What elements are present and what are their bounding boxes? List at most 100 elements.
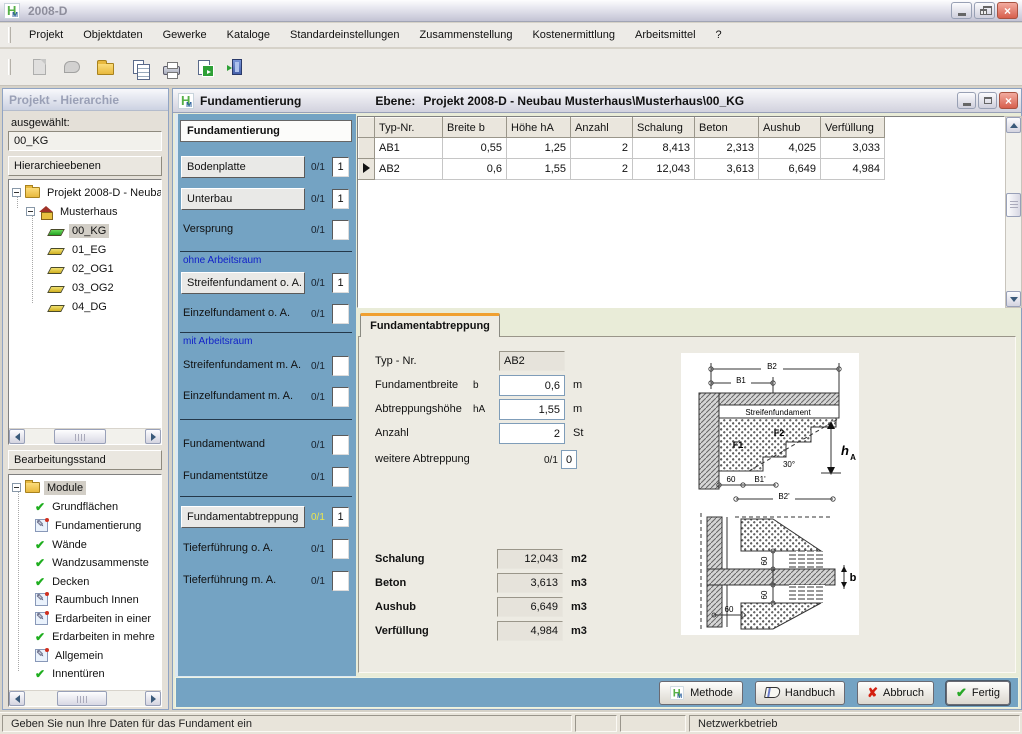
module-item[interactable]: Raumbuch Innen [35,591,142,608]
row-gutter[interactable] [359,138,375,159]
tieferfuehrung-oa-label[interactable]: Tieferführung o. A. [183,542,273,554]
menu-item-arbeitsmittel[interactable]: Arbeitsmittel [625,25,706,45]
window-maximize-button[interactable] [978,92,997,109]
einzelfundament-oa-value-field[interactable] [332,304,349,324]
column-header-beton[interactable]: Beton [695,118,759,138]
column-header-typ[interactable]: Typ-Nr. [375,118,443,138]
fundamentabtreppung-button[interactable]: Fundamentabtreppung [181,506,305,528]
modules-horizontal-scrollbar[interactable] [9,690,161,706]
einzelfundament-ma-label[interactable]: Einzelfundament m. A. [183,390,293,402]
open-button[interactable] [92,54,118,80]
cell-hoehe[interactable]: 1,55 [507,159,571,180]
cell-typ[interactable]: AB1 [375,138,443,159]
einzelfundament-oa-label[interactable]: Einzelfundament o. A. [183,307,290,319]
menu-item-zusammenstellung[interactable]: Zusammenstellung [410,25,523,45]
handbuch-button[interactable]: Handbuch [755,681,845,705]
close-button[interactable]: × [997,2,1018,19]
column-header-schalung[interactable]: Schalung [633,118,695,138]
copy-button[interactable] [125,54,151,80]
cell-typ[interactable]: AB2 [375,159,443,180]
einzelfundament-ma-value-field[interactable] [332,387,349,407]
fundamentabtreppung-value-field[interactable]: 1 [332,507,349,527]
cell-aushub[interactable]: 4,025 [759,138,821,159]
streifenfundament-ma-value-field[interactable] [332,356,349,376]
column-header-verfuellung[interactable]: Verfüllung [821,118,885,138]
abbruch-button[interactable]: Abbruch [857,681,934,705]
module-item[interactable]: Allgemein [35,647,106,664]
cell-schalung[interactable]: 12,043 [633,159,695,180]
cell-beton[interactable]: 3,613 [695,159,759,180]
tree-item-musterhaus[interactable]: Musterhaus [26,203,120,220]
unterbau-button[interactable]: Unterbau [181,188,305,210]
scroll-down-button[interactable] [1006,291,1021,307]
weitere-abtreppung-input[interactable]: 0 [561,450,577,469]
collapse-icon[interactable] [26,207,35,216]
column-header-aushub[interactable]: Aushub [759,118,821,138]
streifenfundament-oa-button[interactable]: Streifenfundament o. A. [181,272,305,294]
module-item[interactable]: Grundflächen [35,498,121,515]
exit-button[interactable] [224,54,250,80]
comment-button[interactable] [59,54,85,80]
collapse-icon[interactable] [12,188,21,197]
collapse-icon[interactable] [12,483,21,492]
fundamentwand-label[interactable]: Fundamentwand [183,438,265,450]
fundamentstuetze-label[interactable]: Fundamentstütze [183,470,268,482]
cell-anzahl[interactable]: 2 [571,138,633,159]
module-item[interactable]: Erdarbeiten in mehre [35,628,158,645]
window-close-button[interactable]: × [999,92,1018,109]
cell-beton[interactable]: 2,313 [695,138,759,159]
unterbau-value-field[interactable]: 1 [332,189,349,209]
versprung-label[interactable]: Versprung [183,223,233,235]
cell-aushub[interactable]: 6,649 [759,159,821,180]
column-header-anzahl[interactable]: Anzahl [571,118,633,138]
cell-schalung[interactable]: 8,413 [633,138,695,159]
methode-button[interactable]: HM Methode [659,681,743,705]
cell-breite[interactable]: 0,6 [443,159,507,180]
table-row-selected[interactable]: AB2 0,6 1,55 2 12,043 3,613 6,649 4,984 [359,159,885,180]
tree-item-03-og2[interactable]: 03_OG2 [47,279,117,296]
menubar-grip[interactable] [8,27,11,43]
menu-item-help[interactable]: ? [706,25,732,45]
fundamentbreite-input[interactable]: 0,6 [499,375,565,396]
scroll-left-button[interactable] [9,691,25,706]
column-header-breite[interactable]: Breite b [443,118,507,138]
tieferfuehrung-oa-value-field[interactable] [332,539,349,559]
module-item[interactable]: Fundamentierung [35,517,144,534]
module-item[interactable]: Decken [35,573,92,590]
tree-item-00-kg[interactable]: 00_KG [47,222,109,239]
cell-breite[interactable]: 0,55 [443,138,507,159]
export-button[interactable] [191,54,217,80]
module-item[interactable]: Wände [35,536,90,553]
new-document-button[interactable] [26,54,52,80]
module-item[interactable]: Erdarbeiten in einer [35,610,154,627]
menu-item-gewerke[interactable]: Gewerke [153,25,217,45]
abtreppungshoehe-input[interactable]: 1,55 [499,399,565,420]
tree-item-04-dg[interactable]: 04_DG [47,298,110,315]
tree-item-project[interactable]: Projekt 2008-D - Neubau [12,184,162,201]
minimize-button[interactable] [951,2,972,19]
window-minimize-button[interactable] [957,92,976,109]
table-vertical-scrollbar[interactable] [1005,116,1022,308]
scrollbar-thumb[interactable] [54,429,106,444]
module-item[interactable]: Wandzusammenste [35,554,152,571]
tieferfuehrung-ma-value-field[interactable] [332,571,349,591]
menu-item-kostenermittlung[interactable]: Kostenermittlung [522,25,625,45]
tree-item-module-root[interactable]: Module [12,479,86,496]
tree-horizontal-scrollbar[interactable] [9,428,161,444]
module-item[interactable]: Innentüren [35,665,108,682]
bodenplatte-button[interactable]: Bodenplatte [181,156,305,178]
cell-verfuellung[interactable]: 3,033 [821,138,885,159]
fertig-button[interactable]: Fertig [946,681,1010,705]
menu-item-standardeinstellungen[interactable]: Standardeinstellungen [280,25,409,45]
scrollbar-thumb[interactable] [1006,193,1021,217]
menu-item-kataloge[interactable]: Kataloge [217,25,280,45]
print-button[interactable] [158,54,184,80]
bodenplatte-value-field[interactable]: 1 [332,157,349,177]
cell-anzahl[interactable]: 2 [571,159,633,180]
versprung-value-field[interactable] [332,220,349,240]
tab-fundamentabtreppung[interactable]: Fundamentabtreppung [360,313,500,337]
scrollbar-thumb[interactable] [57,691,107,706]
scroll-left-button[interactable] [9,429,25,444]
menu-item-objektdaten[interactable]: Objektdaten [73,25,152,45]
table-row[interactable]: AB1 0,55 1,25 2 8,413 2,313 4,025 3,033 [359,138,885,159]
